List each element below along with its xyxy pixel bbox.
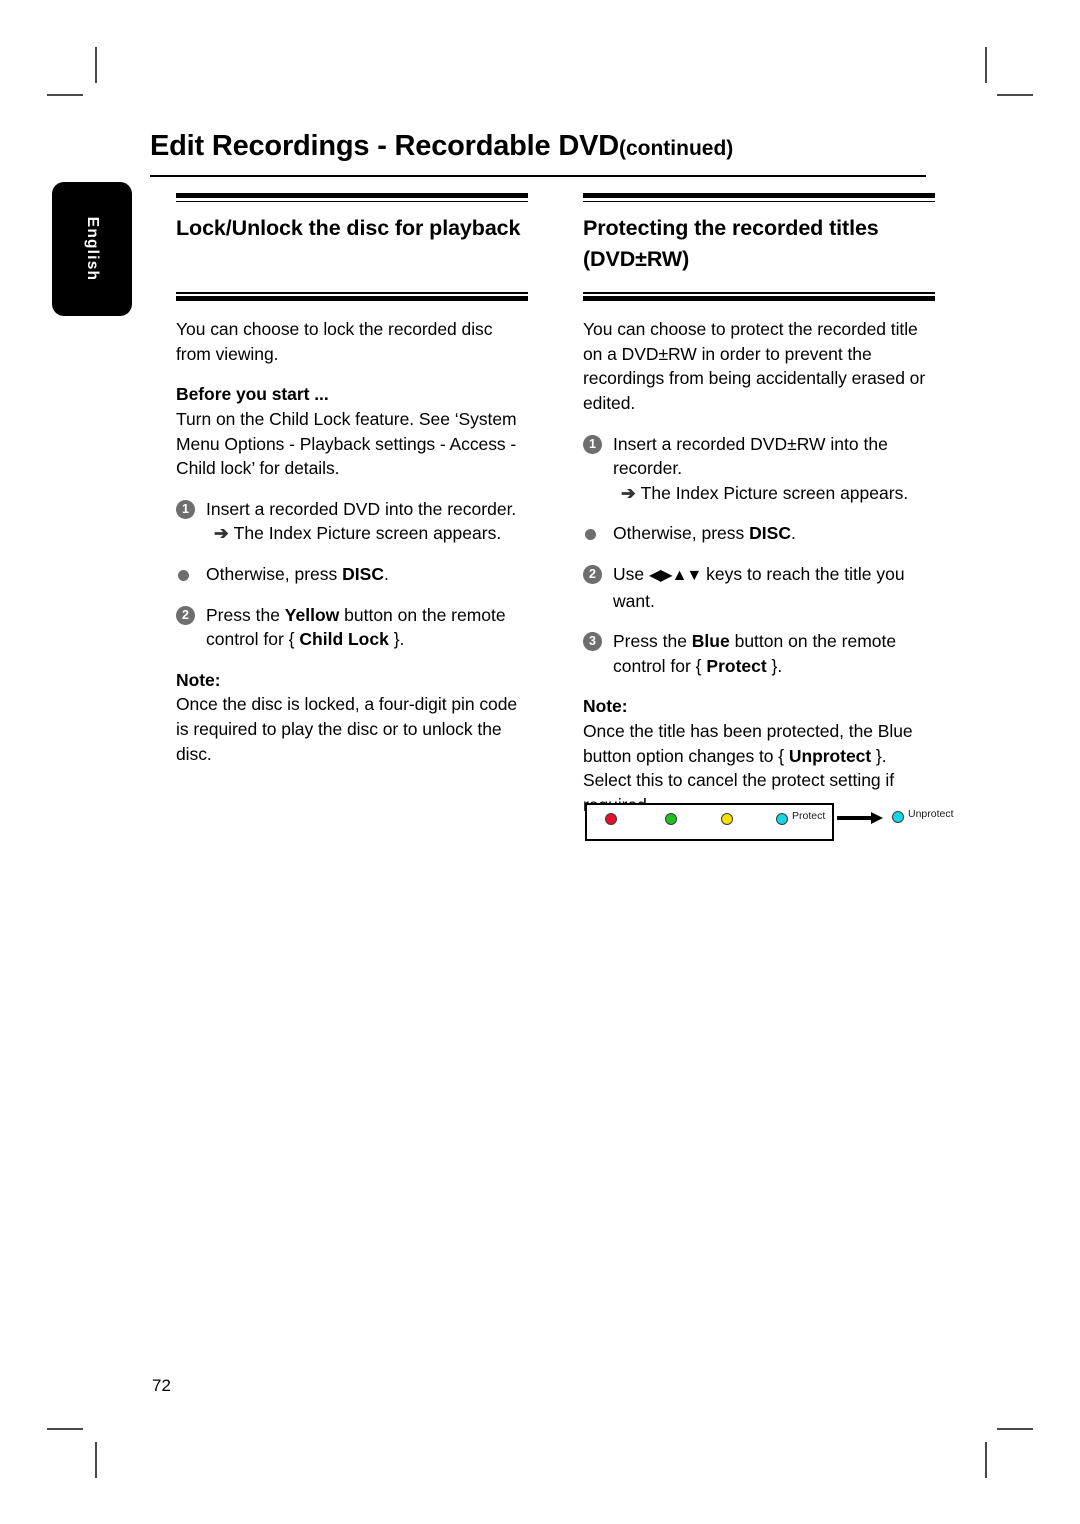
right-note-bold-unprotect: Unprotect [788,745,872,766]
right-section-rule-top-thick [583,193,935,198]
left-step-2-post: }. [388,629,405,650]
left-bullet-bold: DISC [342,563,384,584]
right-step-3-post: }. [766,655,783,676]
right-step-3: 3 Press the Blue button on the remote co… [583,629,935,678]
green-key-dot-icon [665,813,677,825]
left-step-2-pre: Press the [206,604,285,625]
left-step-2-bold-yellow: Yellow [284,604,340,625]
left-column: Lock/Unlock the disc for playback You ca… [176,193,528,766]
left-bullet-otherwise: Otherwise, press DISC. [176,562,528,587]
step-number-badge: 1 [176,499,195,519]
crop-mark-bottom-right-horizontal [997,1428,1033,1430]
right-step-3-bold-blue: Blue [691,631,730,652]
left-before-you-start-body: Turn on the Child Lock feature. See ‘Sys… [176,408,517,479]
step-number-badge: 3 [583,632,602,652]
right-bullet-suffix: . [790,523,796,544]
right-note-label: Note: [583,696,628,717]
left-intro-paragraph: You can choose to lock the recorded disc… [176,319,493,364]
left-before-you-start-block: Before you start ... Turn on the Child L… [176,382,528,480]
red-key-dot-icon [605,813,617,825]
colour-key-bar: Protect [585,803,834,841]
right-step-1-result: ➔ The Index Picture screen appears. [613,481,935,506]
left-step-1: 1 Insert a recorded DVD into the recorde… [176,497,528,546]
right-note-block: Note: Once the title has been protected,… [583,694,935,817]
right-bullet-otherwise: Otherwise, press DISC. [583,521,935,546]
right-section-rule-bottom-thick [583,296,935,302]
navigation-keys-icon: ◀▶▲▼ [648,566,702,584]
crop-mark-bottom-right-vertical [985,1442,987,1478]
left-section-rule-bottom-thick [176,296,528,302]
right-step-2-pre: Use [613,563,649,584]
left-step-2-bold-childlock: Child Lock [299,629,389,650]
right-step-3-bold-protect: Protect [706,655,767,676]
right-step-1: 1 Insert a recorded DVD±RW into the reco… [583,432,935,506]
crop-mark-bottom-left-vertical [95,1442,97,1478]
left-step-1-result: ➔ The Index Picture screen appears. [206,521,528,546]
transition-arrow-icon [837,812,885,824]
right-bullet-prefix: Otherwise, press [613,523,750,544]
title-divider [150,175,926,177]
language-tab-label: English [84,216,101,282]
step-number-badge: 2 [583,564,602,584]
left-step-1-text: Insert a recorded DVD into the recorder. [206,498,517,519]
left-section-rule-top-thick [176,193,528,198]
blue-key-dot-unprotect-icon [892,811,904,823]
left-step-2: 2 Press the Yellow button on the remote … [176,603,528,652]
left-before-you-start-label: Before you start ... [176,384,329,405]
step-number-badge: 2 [176,605,195,625]
right-column: Protecting the recorded titles (DVD±RW) … [583,193,935,817]
left-bullet-prefix: Otherwise, press [206,563,343,584]
right-step-3-pre: Press the [613,631,692,652]
left-section-heading: Lock/Unlock the disc for playback [176,216,521,241]
unprotect-option-label: Unprotect [908,808,954,820]
step-number-badge: 1 [583,434,602,454]
page-number: 72 [152,1376,171,1395]
crop-mark-top-left-vertical [95,47,97,83]
left-note-label: Note: [176,669,221,690]
blue-key-dot-icon [776,813,788,825]
left-step-1-result-text: The Index Picture screen appears. [233,523,502,544]
arrow-shaft [837,816,873,820]
page-title-suffix: (continued) [618,137,734,160]
left-note-block: Note: Once the disc is locked, a four-di… [176,668,528,766]
arrow-head [871,812,883,824]
right-section-rule-bottom-thin [583,292,935,294]
crop-mark-top-right-horizontal [997,94,1033,96]
result-arrow-icon: ➔ [214,523,229,544]
right-step-1-text: Insert a recorded DVD±RW into the record… [613,433,888,479]
right-bullet-bold: DISC [749,523,791,544]
protect-option-label: Protect [792,810,826,822]
right-section-rule-top-thin [583,200,935,203]
bullet-dot-icon [585,529,596,541]
crop-mark-bottom-left-horizontal [47,1428,83,1430]
left-bullet-suffix: . [383,563,389,584]
left-note-body: Once the disc is locked, a four-digit pi… [176,694,518,764]
right-section-heading: Protecting the recorded titles (DVD±RW) [583,216,879,272]
page-title-main: Edit Recordings - Recordable DVD [150,130,619,162]
left-section-rule-top-thin [176,200,528,203]
colour-key-bar-illustration: Protect Unprotect [583,800,954,848]
right-step-1-result-text: The Index Picture screen appears. [640,482,909,503]
crop-mark-top-left-horizontal [47,94,83,96]
right-step-2: 2 Use ◀▶▲▼ keys to reach the title you w… [583,562,935,613]
language-tab: English [52,182,132,316]
left-section-rule-bottom-thin [176,292,528,294]
bullet-dot-icon [178,569,189,581]
page-title: Edit Recordings - Recordable DVD(continu… [150,130,940,163]
crop-mark-top-right-vertical [985,47,987,83]
result-arrow-icon: ➔ [621,482,636,503]
yellow-key-dot-icon [721,813,733,825]
right-intro-paragraph: You can choose to protect the recorded t… [583,319,926,413]
